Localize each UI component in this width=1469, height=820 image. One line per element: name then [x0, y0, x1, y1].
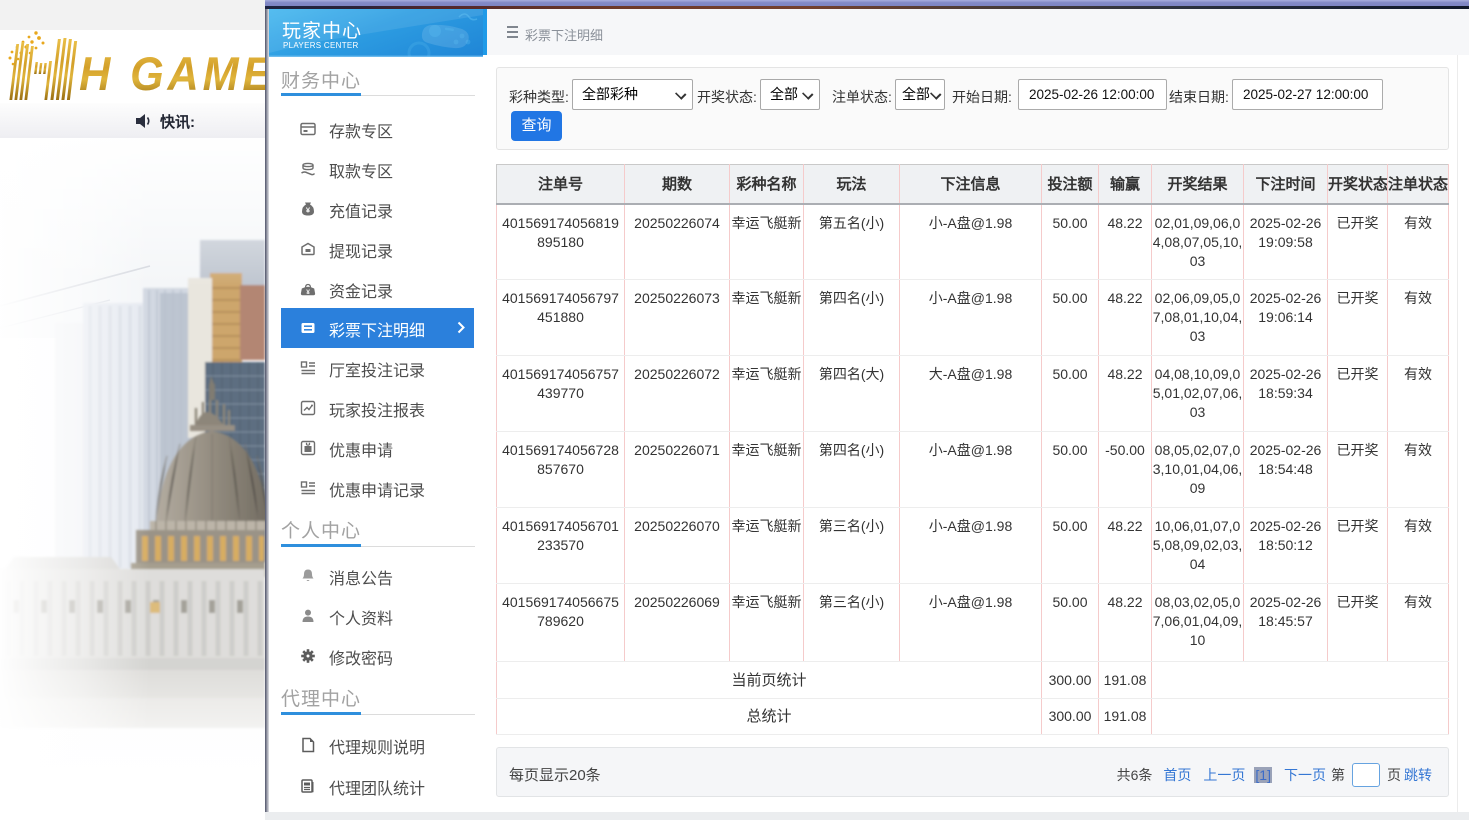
svg-text:¥: ¥ — [306, 289, 310, 296]
svg-text:H GAME: H GAME — [79, 47, 265, 100]
